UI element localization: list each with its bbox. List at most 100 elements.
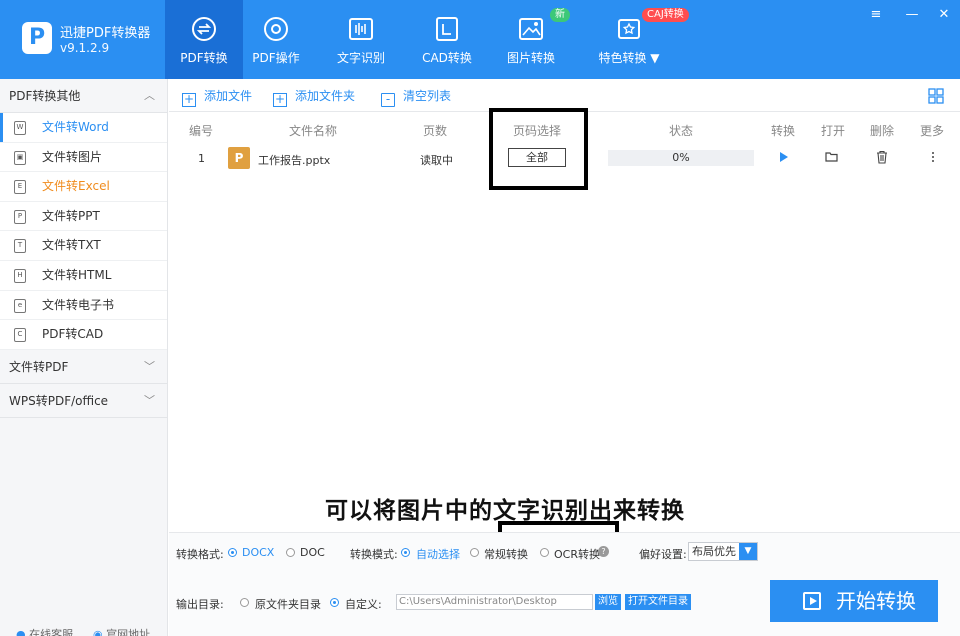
cad-icon [436, 17, 458, 41]
sidebar-group-pdf-other[interactable]: PDF转换其他 ︿ [0, 79, 167, 113]
grid-view-icon[interactable] [928, 88, 944, 104]
tab-text-recognize[interactable]: 文字识别 [322, 0, 400, 79]
trash-icon: - [381, 93, 395, 107]
tab-label: CAD转换 [422, 51, 472, 65]
gear-circle-icon [264, 17, 288, 41]
user-icon: ● [16, 628, 26, 636]
cad-file-icon: C [14, 328, 26, 343]
group-label: WPS转PDF/office [9, 393, 109, 408]
sidebar-item-label: 文件转电子书 [42, 297, 115, 312]
format-docx-label[interactable]: DOCX [242, 546, 274, 559]
mode-ocr-label[interactable]: OCR转换 [554, 546, 600, 562]
output-path-input[interactable]: C:\Users\Administrator\Desktop [396, 594, 593, 610]
official-site-link[interactable]: ◉ 官网地址 [93, 626, 150, 636]
add-folder-icon: + [273, 92, 287, 107]
header-pages: 页数 [423, 124, 448, 138]
more-icon[interactable] [926, 150, 940, 164]
app-logo: P [22, 22, 52, 54]
start-convert-button[interactable]: 开始转换 [770, 580, 938, 622]
menu-icon[interactable]: ≡ [866, 6, 886, 24]
excel-file-icon: E [14, 180, 26, 195]
pref-value: 布局优先 [692, 545, 736, 558]
header-status: 状态 [669, 124, 694, 138]
tab-label: PDF转换 [180, 51, 228, 65]
sidebar-group-wps[interactable]: WPS转PDF/office ﹀ [0, 383, 167, 418]
sidebar-item-label: 文件转HTML [42, 267, 112, 282]
progress-bar: 0% [608, 150, 754, 166]
html-file-icon: H [14, 268, 26, 283]
close-icon[interactable]: ✕ [934, 6, 954, 24]
pref-select[interactable]: 布局优先 ▼ [688, 542, 758, 561]
image-file-icon: ▣ [14, 150, 26, 165]
open-folder-button[interactable]: 打开文件目录 [625, 594, 691, 610]
sidebar-item-pdf-to-cad[interactable]: C PDF转CAD [0, 320, 167, 350]
star-convert-icon [618, 19, 640, 39]
tab-cad-convert[interactable]: CAD转换 [408, 0, 486, 79]
add-folder-button[interactable]: + 添加文件夹 [273, 87, 355, 107]
start-convert-label: 开始转换 [836, 589, 916, 613]
annotation-caption: 可以将图片中的文字识别出来转换 [325, 498, 685, 524]
format-docx-radio[interactable] [228, 548, 237, 557]
play-icon [803, 592, 821, 610]
new-badge: 新 [550, 8, 570, 22]
format-doc-label[interactable]: DOC [300, 546, 325, 559]
sidebar-item-to-word[interactable]: W 文件转Word [0, 113, 167, 143]
ppt-file-icon: P [228, 147, 250, 169]
tab-label: PDF操作 [252, 51, 300, 65]
sidebar-item-to-image[interactable]: ▣ 文件转图片 [0, 142, 167, 173]
tab-pdf-convert[interactable]: PDF转换 [165, 0, 243, 79]
sidebar-item-to-txt[interactable]: T 文件转TXT [0, 231, 167, 261]
mode-label: 转换模式: [350, 548, 398, 561]
mode-auto-label[interactable]: 自动选择 [416, 546, 460, 562]
out-custom-radio[interactable] [330, 598, 339, 607]
header-convert: 转换 [771, 124, 796, 138]
out-original-radio[interactable] [240, 598, 249, 607]
mode-normal-label[interactable]: 常规转换 [484, 546, 528, 562]
row-number: 1 [198, 152, 205, 165]
swap-circle-icon [192, 17, 216, 41]
sidebar-group-to-pdf[interactable]: 文件转PDF ﹀ [0, 349, 167, 384]
row-pages: 读取中 [420, 154, 453, 167]
output-label: 输出目录: [176, 598, 224, 611]
txt-file-icon: T [14, 239, 26, 254]
sidebar-item-to-ebook[interactable]: e 文件转电子书 [0, 290, 167, 321]
sidebar: PDF转换其他 ︿ W 文件转Word ▣ 文件转图片 E 文件转Excel P… [0, 79, 168, 636]
out-original-label[interactable]: 原文件夹目录 [255, 596, 321, 612]
trash-icon[interactable] [875, 150, 889, 164]
sidebar-item-to-excel[interactable]: E 文件转Excel [0, 172, 167, 202]
row-file-name: 工作报告.pptx [258, 154, 331, 167]
play-icon[interactable] [777, 150, 791, 164]
sidebar-item-label: 文件转TXT [42, 238, 101, 253]
sidebar-item-to-ppt[interactable]: P 文件转PPT [0, 201, 167, 232]
header-more: 更多 [920, 124, 945, 138]
mode-normal-radio[interactable] [470, 548, 479, 557]
browse-button[interactable]: 浏览 [595, 594, 621, 610]
help-icon[interactable]: ? [598, 546, 609, 557]
folder-open-icon[interactable] [825, 150, 839, 164]
tab-label: 文字识别 [336, 51, 385, 65]
annotation-box-page-select [489, 108, 588, 190]
group-label: 文件转PDF [9, 359, 69, 374]
minimize-icon[interactable]: — [902, 6, 922, 24]
out-custom-label[interactable]: 自定义: [345, 596, 382, 612]
tab-pdf-operate[interactable]: PDF操作 [237, 0, 315, 79]
add-file-icon: + [182, 92, 196, 107]
mode-auto-radio[interactable] [401, 548, 410, 557]
header-file-name: 文件名称 [289, 124, 338, 138]
clear-list-button[interactable]: - 清空列表 [381, 87, 451, 107]
add-file-button[interactable]: + 添加文件 [182, 87, 252, 107]
ppt-file-icon: P [14, 209, 26, 224]
ebook-file-icon: e [14, 298, 26, 313]
sidebar-item-to-html[interactable]: H 文件转HTML [0, 260, 167, 291]
caj-badge: CAJ转换 [642, 8, 689, 22]
location-icon: ◉ [93, 628, 103, 636]
header-open: 打开 [821, 124, 846, 138]
mode-ocr-radio[interactable] [540, 548, 549, 557]
tab-label: 图片转换 [506, 51, 555, 65]
online-service-link[interactable]: ● 在线客服 [16, 626, 73, 636]
format-doc-radio[interactable] [286, 548, 295, 557]
chevron-down-icon: ﹀ [144, 359, 155, 373]
group-label: PDF转换其他 [9, 89, 81, 103]
header-number: 编号 [189, 124, 214, 138]
sidebar-item-label: PDF转CAD [42, 327, 104, 342]
